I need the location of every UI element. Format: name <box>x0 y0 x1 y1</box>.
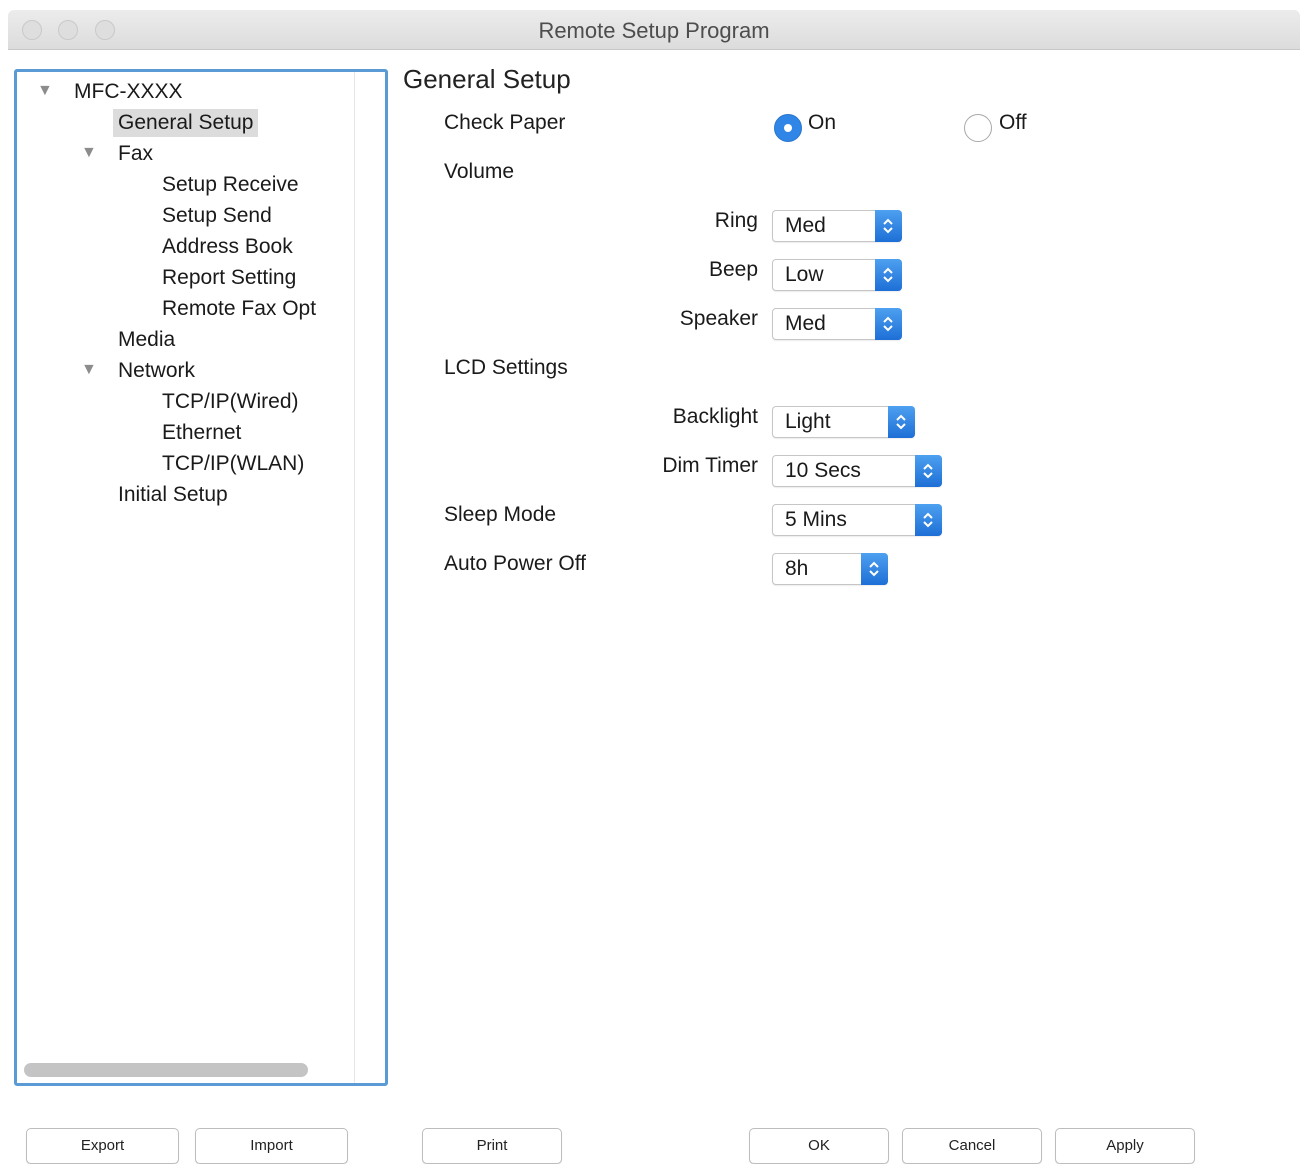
tree-item-general-setup[interactable]: General Setup <box>113 109 259 137</box>
dim-timer-stepper-icon <box>915 455 942 487</box>
tree-item-tcpip-wired[interactable]: TCP/IP(Wired) <box>162 388 299 416</box>
check-paper-on-radio[interactable] <box>774 114 802 142</box>
backlight-select[interactable]: Light <box>772 406 915 438</box>
ok-button[interactable]: OK <box>749 1128 889 1164</box>
check-paper-off-label[interactable]: Off <box>999 111 1027 135</box>
volume-label: Volume <box>444 160 515 183</box>
dim-timer-label: Dim Timer <box>662 454 758 477</box>
print-button[interactable]: Print <box>422 1128 562 1164</box>
lcd-settings-label: LCD Settings <box>444 356 568 379</box>
title-bar: Remote Setup Program <box>8 10 1300 50</box>
auto-power-off-label: Auto Power Off <box>444 552 587 575</box>
tree-item-address-book[interactable]: Address Book <box>162 233 293 261</box>
tree-item-setup-receive[interactable]: Setup Receive <box>162 171 299 199</box>
sleep-mode-value: 5 Mins <box>785 508 847 531</box>
beep-stepper-icon <box>875 259 902 291</box>
sleep-mode-select[interactable]: 5 Mins <box>772 504 942 536</box>
tree-item-setup-send[interactable]: Setup Send <box>162 202 272 230</box>
tree-item-tcpip-wlan[interactable]: TCP/IP(WLAN) <box>162 450 304 478</box>
cancel-button[interactable]: Cancel <box>902 1128 1042 1164</box>
tree-item-network[interactable]: Network <box>118 357 195 385</box>
tree-item-remote-fax-opt[interactable]: Remote Fax Opt <box>162 295 316 323</box>
ring-select[interactable]: Med <box>772 210 902 242</box>
tree-item-ethernet[interactable]: Ethernet <box>162 419 241 447</box>
tree-list: ▼ MFC-XXXX General Setup ▼ Fax Setup Rec… <box>17 72 355 1083</box>
beep-select[interactable]: Low <box>772 259 902 291</box>
backlight-value: Light <box>785 410 831 433</box>
tree-item-report-setting[interactable]: Report Setting <box>162 264 296 292</box>
speaker-value: Med <box>785 312 826 335</box>
remote-setup-window: Remote Setup Program ▼ MFC-XXXX General … <box>8 10 1300 1164</box>
tree-item-root[interactable]: MFC-XXXX <box>74 78 183 106</box>
disclosure-triangle-icon[interactable]: ▼ <box>81 361 97 379</box>
window-title: Remote Setup Program <box>538 18 770 43</box>
dim-timer-value: 10 Secs <box>785 459 861 482</box>
speaker-select[interactable]: Med <box>772 308 902 340</box>
panel-heading: General Setup <box>403 64 571 94</box>
tree-item-initial-setup[interactable]: Initial Setup <box>118 481 228 509</box>
disclosure-triangle-icon[interactable]: ▼ <box>81 144 97 162</box>
backlight-label: Backlight <box>672 405 758 428</box>
tree-item-media[interactable]: Media <box>118 326 175 354</box>
disclosure-triangle-icon[interactable]: ▼ <box>37 82 53 100</box>
import-button[interactable]: Import <box>195 1128 348 1164</box>
ring-label: Ring <box>714 209 758 232</box>
sleep-mode-stepper-icon <box>915 504 942 536</box>
backlight-stepper-icon <box>888 406 915 438</box>
check-paper-off-radio[interactable] <box>964 114 992 142</box>
ring-value: Med <box>785 214 826 237</box>
horizontal-scrollbar[interactable] <box>24 1063 308 1077</box>
ring-stepper-icon <box>875 210 902 242</box>
auto-power-off-select[interactable]: 8h <box>772 553 888 585</box>
settings-tree: ▼ MFC-XXXX General Setup ▼ Fax Setup Rec… <box>14 69 388 1086</box>
check-paper-label: Check Paper <box>444 111 566 134</box>
speaker-label: Speaker <box>679 307 758 330</box>
auto-power-off-stepper-icon <box>861 553 888 585</box>
check-paper-on-label[interactable]: On <box>808 111 836 135</box>
auto-power-off-value: 8h <box>785 557 809 580</box>
dim-timer-select[interactable]: 10 Secs <box>772 455 942 487</box>
beep-value: Low <box>785 263 824 286</box>
export-button[interactable]: Export <box>26 1128 179 1164</box>
beep-label: Beep <box>708 258 758 281</box>
speaker-stepper-icon <box>875 308 902 340</box>
apply-button[interactable]: Apply <box>1055 1128 1195 1164</box>
tree-item-fax[interactable]: Fax <box>118 140 153 168</box>
sleep-mode-label: Sleep Mode <box>444 503 557 526</box>
